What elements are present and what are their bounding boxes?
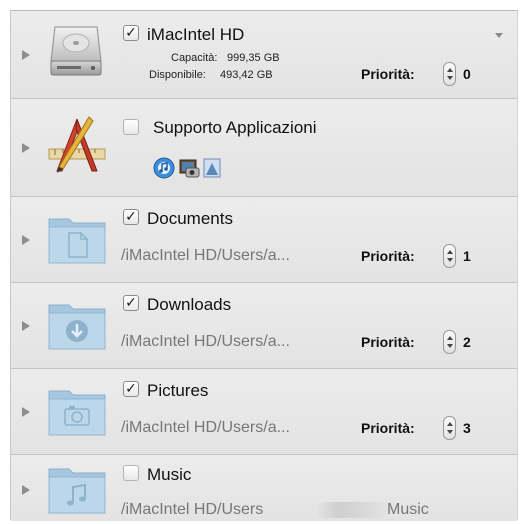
priority-stepper[interactable] xyxy=(443,416,456,440)
folder-path-prefix: /iMacIntel HD/Users xyxy=(121,501,264,518)
downloads-folder-icon xyxy=(48,304,106,350)
priority-label: Priorità: xyxy=(361,66,415,82)
include-checkbox[interactable]: ✓ xyxy=(123,209,139,225)
include-checkbox[interactable] xyxy=(123,465,139,481)
priority-value: 0 xyxy=(463,66,471,82)
iphoto-icon xyxy=(179,159,200,178)
include-checkbox[interactable] xyxy=(123,119,139,135)
folder-path: /iMacIntel HD/Users/a... xyxy=(121,247,290,264)
preview-icon xyxy=(203,158,221,178)
priority-stepper[interactable] xyxy=(443,62,456,86)
priority-stepper[interactable] xyxy=(443,244,456,268)
priority-label: Priorità: xyxy=(361,334,415,350)
folder-name: Documents xyxy=(147,209,233,228)
list-row-documents[interactable]: ✓ Documents /iMacIntel HD/Users/a... Pri… xyxy=(11,197,517,283)
folder-path-suffix: Music xyxy=(387,501,429,518)
documents-folder-icon xyxy=(48,218,106,264)
itunes-icon xyxy=(153,157,175,179)
available-label: Disponibile: xyxy=(149,69,206,81)
priority-label: Priorità: xyxy=(361,248,415,264)
include-checkbox[interactable]: ✓ xyxy=(123,295,139,311)
pictures-folder-icon xyxy=(48,390,106,436)
volume-name: iMacIntel HD xyxy=(147,25,245,44)
list-row-downloads[interactable]: ✓ Downloads /iMacIntel HD/Users/a... Pri… xyxy=(11,283,517,369)
folder-name: Pictures xyxy=(147,381,209,400)
capacity-value: 999,35 GB xyxy=(227,52,280,64)
folder-name: Supporto Applicazioni xyxy=(153,118,317,137)
folder-path: /iMacIntel HD/Users/a... xyxy=(121,333,290,350)
priority-stepper[interactable] xyxy=(443,330,456,354)
disclosure-triangle-icon[interactable] xyxy=(22,50,30,60)
app-support-icon xyxy=(48,116,106,173)
priority-label: Priorità: xyxy=(361,420,415,436)
available-value: 493,42 GB xyxy=(220,69,273,81)
include-checkbox[interactable]: ✓ xyxy=(123,25,139,41)
backup-source-list: ✓ iMacIntel HD Capacità: 999,35 GB Dispo… xyxy=(10,10,518,521)
list-row-imacintel-hd[interactable]: ✓ iMacIntel HD Capacità: 999,35 GB Dispo… xyxy=(11,11,517,99)
priority-value: 2 xyxy=(463,334,471,350)
disclosure-triangle-icon[interactable] xyxy=(22,321,30,331)
include-checkbox[interactable]: ✓ xyxy=(123,381,139,397)
folder-name: Music xyxy=(147,465,192,484)
list-row-pictures[interactable]: ✓ Pictures /iMacIntel HD/Users/a... Prio… xyxy=(11,369,517,455)
dropdown-arrow-icon[interactable] xyxy=(495,33,503,38)
disclosure-triangle-icon[interactable] xyxy=(22,407,30,417)
folder-name: Downloads xyxy=(147,295,232,314)
hard-drive-icon xyxy=(50,26,102,76)
list-row-supporto-applicazioni[interactable]: Supporto Applicazioni xyxy=(11,99,517,197)
priority-value: 3 xyxy=(463,420,471,436)
music-folder-icon xyxy=(48,468,106,514)
priority-value: 1 xyxy=(463,248,471,264)
disclosure-triangle-icon[interactable] xyxy=(22,485,30,495)
redacted-username xyxy=(317,502,387,518)
folder-path: /iMacIntel HD/Users/a... xyxy=(121,419,290,436)
disclosure-triangle-icon[interactable] xyxy=(22,143,30,153)
list-row-music[interactable]: Music /iMacIntel HD/Users Music xyxy=(11,455,517,521)
disclosure-triangle-icon[interactable] xyxy=(22,235,30,245)
capacity-label: Capacità: xyxy=(171,52,218,64)
